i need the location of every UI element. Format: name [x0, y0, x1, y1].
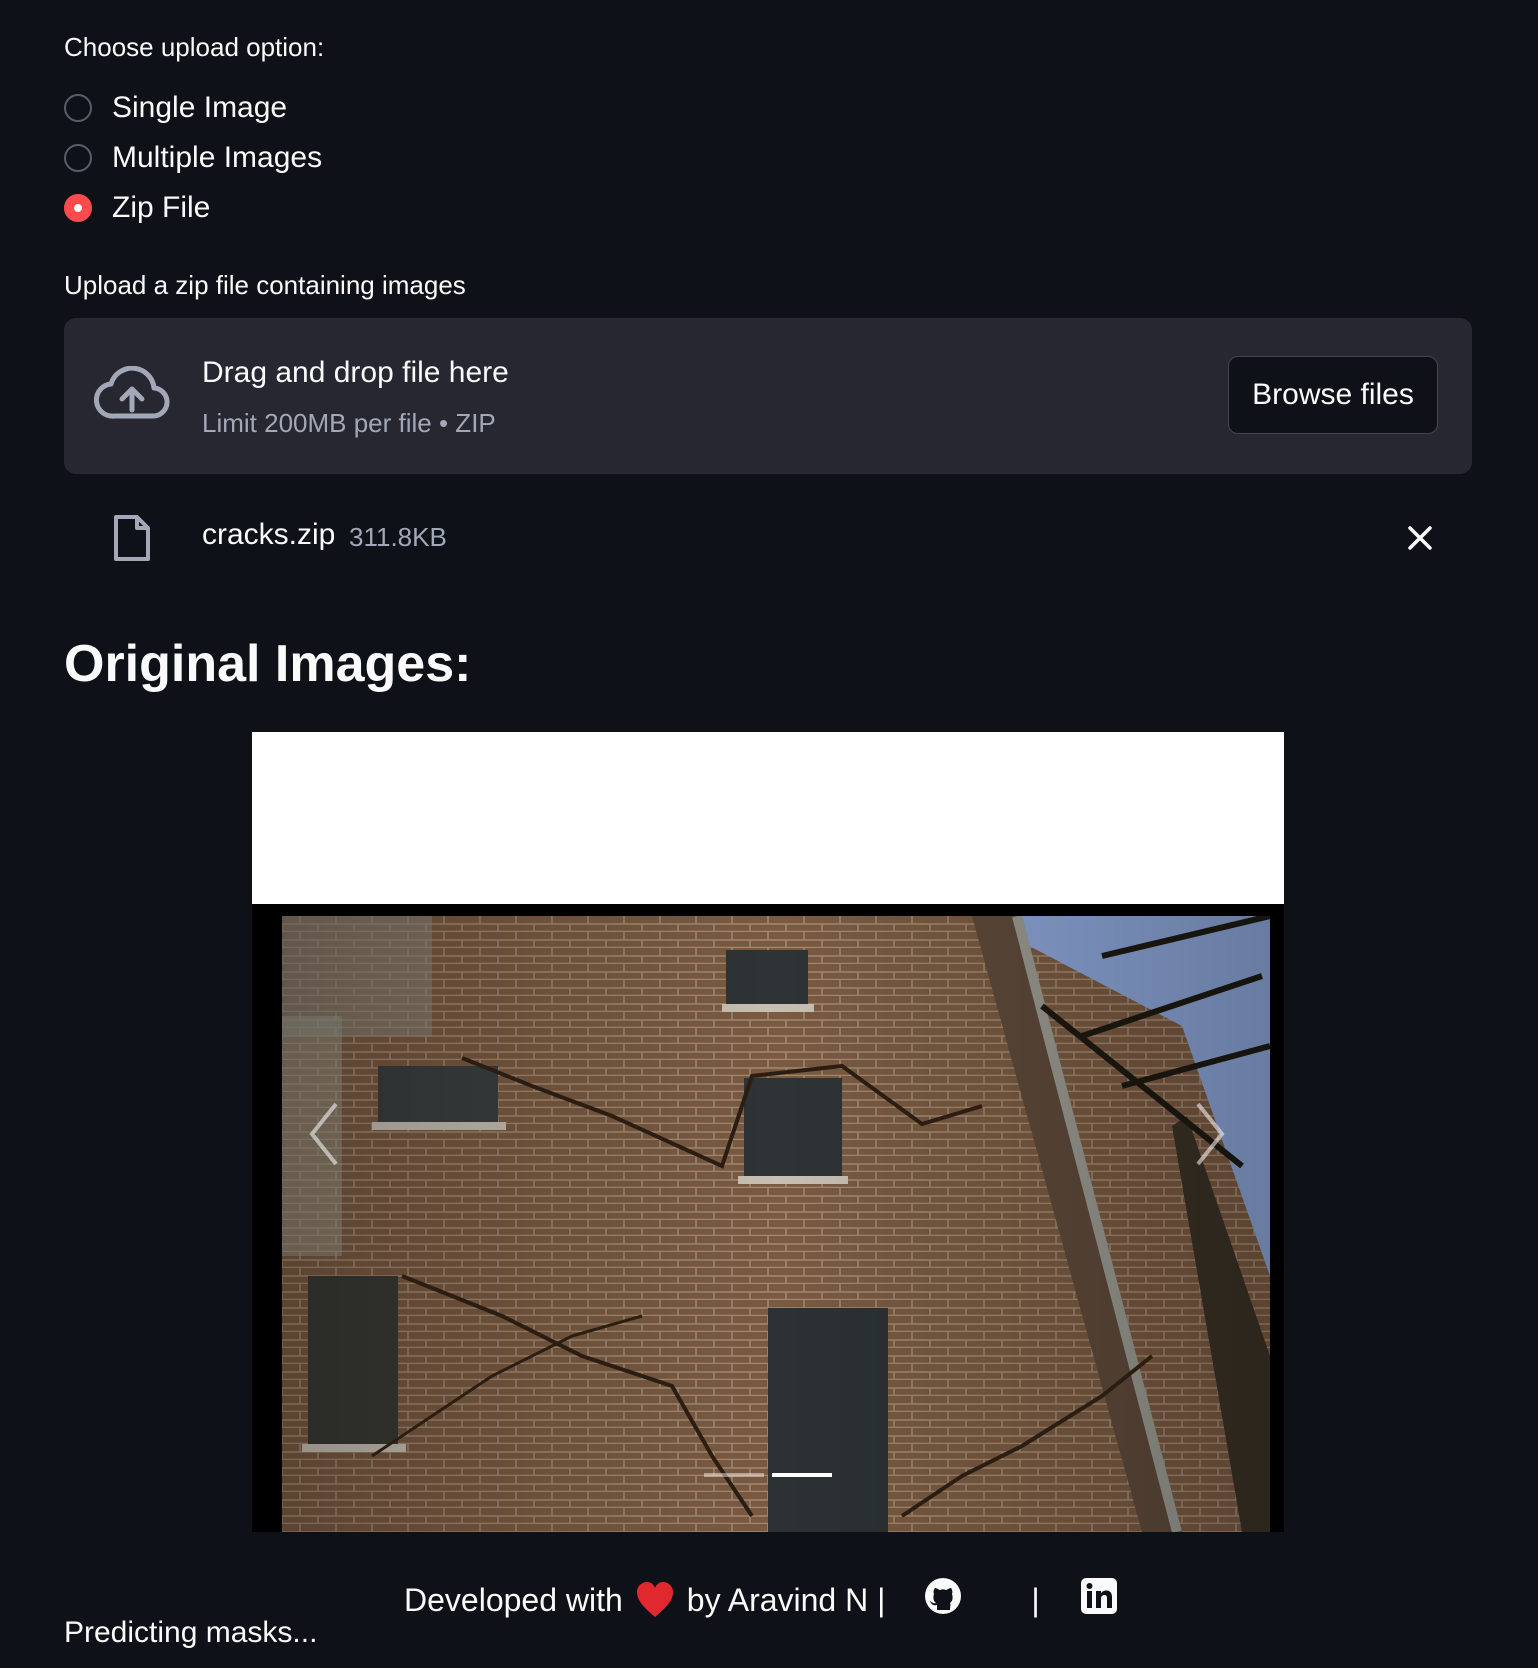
browse-files-button[interactable]: Browse files	[1228, 356, 1438, 434]
footer-author: by Aravind N |	[686, 1581, 886, 1618]
file-size: 311.8KB	[349, 522, 447, 552]
linkedin-icon[interactable]	[1080, 1577, 1118, 1623]
carousel-slide-blank	[252, 732, 1284, 904]
radio-button[interactable]	[64, 94, 92, 122]
uploader-label: Upload a zip file containing images	[64, 270, 466, 300]
radio-label[interactable]: Multiple Images	[112, 141, 322, 175]
upload-option-label: Choose upload option:	[64, 32, 325, 62]
carousel-next-icon[interactable]	[1190, 1098, 1230, 1170]
cloud-upload-icon	[94, 365, 170, 427]
github-icon[interactable]	[923, 1576, 963, 1624]
radio-single-image[interactable]: Single Image	[64, 88, 287, 128]
radio-label[interactable]: Zip File	[112, 191, 210, 225]
file-name: cracks.zip	[202, 518, 336, 551]
remove-file-icon[interactable]	[1404, 522, 1436, 554]
cracked-brick-wall-image	[282, 916, 1270, 1532]
carousel-indicator[interactable]	[704, 1473, 764, 1477]
radio-zip-file[interactable]: Zip File	[64, 188, 210, 228]
radio-label[interactable]: Single Image	[112, 91, 287, 125]
radio-button-selected[interactable]	[64, 194, 92, 222]
carousel-indicator[interactable]	[772, 1473, 832, 1477]
dropzone-instructions: Drag and drop file here	[202, 356, 509, 389]
file-dropzone[interactable]: Drag and drop file here Limit 200MB per …	[64, 318, 1472, 474]
radio-multiple-images[interactable]: Multiple Images	[64, 138, 322, 178]
heart-icon	[635, 1581, 675, 1619]
radio-button[interactable]	[64, 144, 92, 172]
file-icon	[112, 513, 152, 568]
carousel-prev-icon[interactable]	[304, 1098, 344, 1170]
dropzone-limit: Limit 200MB per file • ZIP	[202, 408, 496, 438]
footer: Developed with by Aravind N | |	[404, 1575, 1118, 1625]
uploaded-file-row: cracks.zip 311.8KB	[64, 510, 1472, 566]
status-message: Predicting masks...	[64, 1616, 318, 1649]
image-carousel[interactable]	[252, 732, 1284, 1532]
footer-separator: |	[1031, 1581, 1040, 1618]
page-heading: Original Images:	[64, 635, 472, 693]
footer-prefix: Developed with	[404, 1581, 623, 1618]
